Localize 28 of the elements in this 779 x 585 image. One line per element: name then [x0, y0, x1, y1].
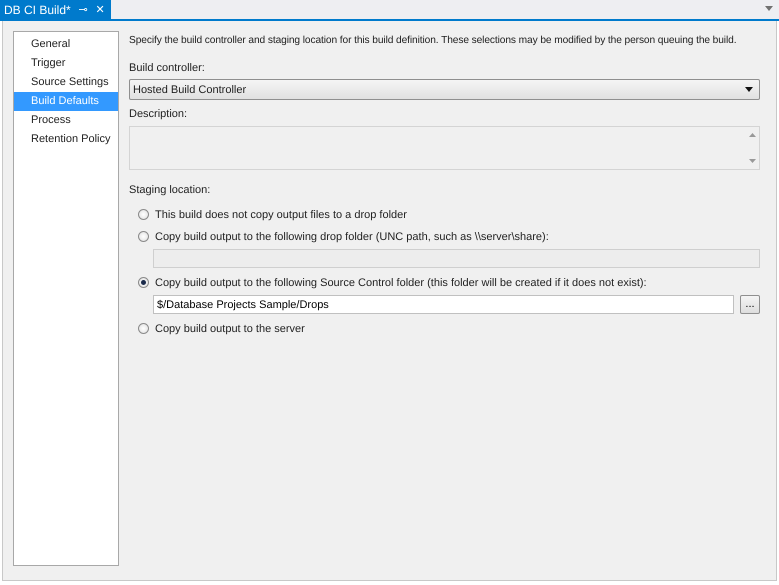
dropdown-arrow-icon[interactable] [765, 6, 773, 11]
sidebar-item[interactable]: General [14, 35, 118, 54]
radio-label[interactable]: Copy build output to the server [155, 322, 305, 334]
radio-button[interactable] [138, 277, 149, 288]
intro-text: Specify the build controller and staging location for this build definition. These selections may be modified by the person queuing the build. [129, 35, 738, 46]
field-label: Staging location: [129, 184, 212, 196]
build-controller-dropdown[interactable]: Hosted Build Controller [129, 79, 760, 100]
field-label: Build controller: [129, 62, 206, 74]
sidebar-item[interactable]: Retention Policy [14, 130, 118, 149]
pin-button[interactable]: ⊸ [78, 3, 88, 16]
sidebar-item[interactable]: Process [14, 111, 118, 130]
radio-button[interactable] [138, 209, 149, 220]
radio-label[interactable]: This build does not copy output files to a drop folder [155, 208, 407, 220]
close-button[interactable]: ✕ [96, 3, 105, 16]
scroll-down-icon[interactable] [748, 159, 756, 163]
caret-icon [745, 87, 753, 92]
radio-button[interactable] [138, 231, 149, 242]
folder-path-field[interactable]: $/Database Projects Sample/Drops [153, 295, 734, 314]
sidebar-item[interactable]: Trigger [14, 54, 118, 73]
sidebar-item[interactable]: Source Settings [14, 73, 118, 92]
field-label: Description: [129, 108, 188, 120]
tab-title: DB CI Build* [4, 2, 71, 16]
radio-label[interactable]: Copy build output to the following Source Control folder (this folder will be created if it does not exist): [155, 276, 647, 288]
radio-label[interactable]: Copy build output to the following drop folder (UNC path, such as \\server\share): [155, 230, 549, 242]
scroll-up-icon[interactable] [748, 133, 756, 137]
browse-button[interactable]: ... [740, 295, 760, 314]
document-tab[interactable]: DB CI Build* ⊸ ✕ [0, 0, 111, 19]
radio-button[interactable] [138, 323, 149, 334]
